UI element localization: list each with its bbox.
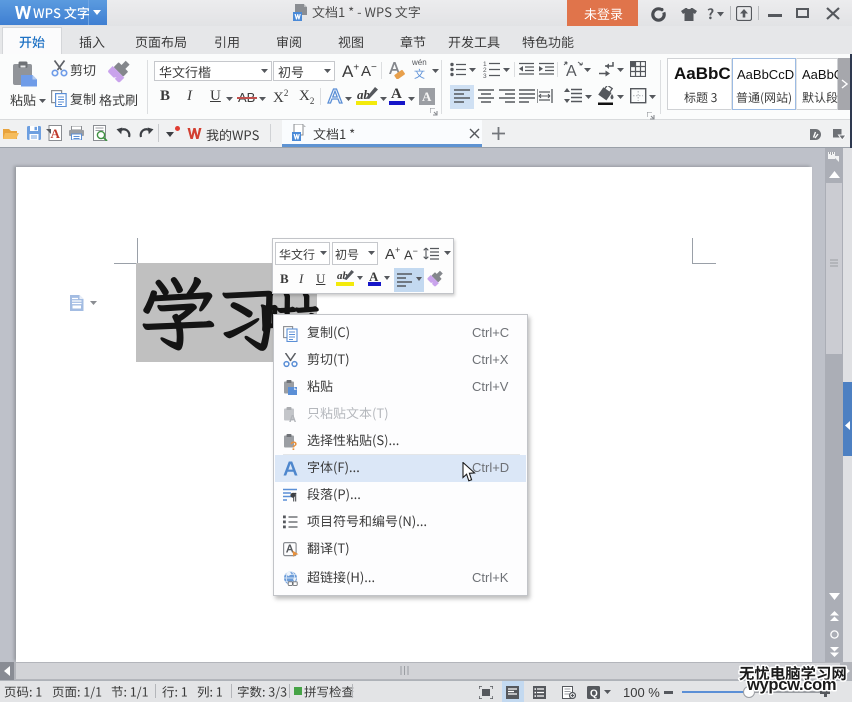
svg-text:A: A <box>51 126 61 141</box>
svg-text:wypcw.com: wypcw.com <box>746 676 836 694</box>
svg-text:?: ? <box>290 439 297 450</box>
svg-text:A: A <box>289 414 296 423</box>
svg-text:A: A <box>566 63 577 79</box>
svg-text:3: 3 <box>483 73 487 78</box>
svg-text:Q: Q <box>590 689 598 700</box>
